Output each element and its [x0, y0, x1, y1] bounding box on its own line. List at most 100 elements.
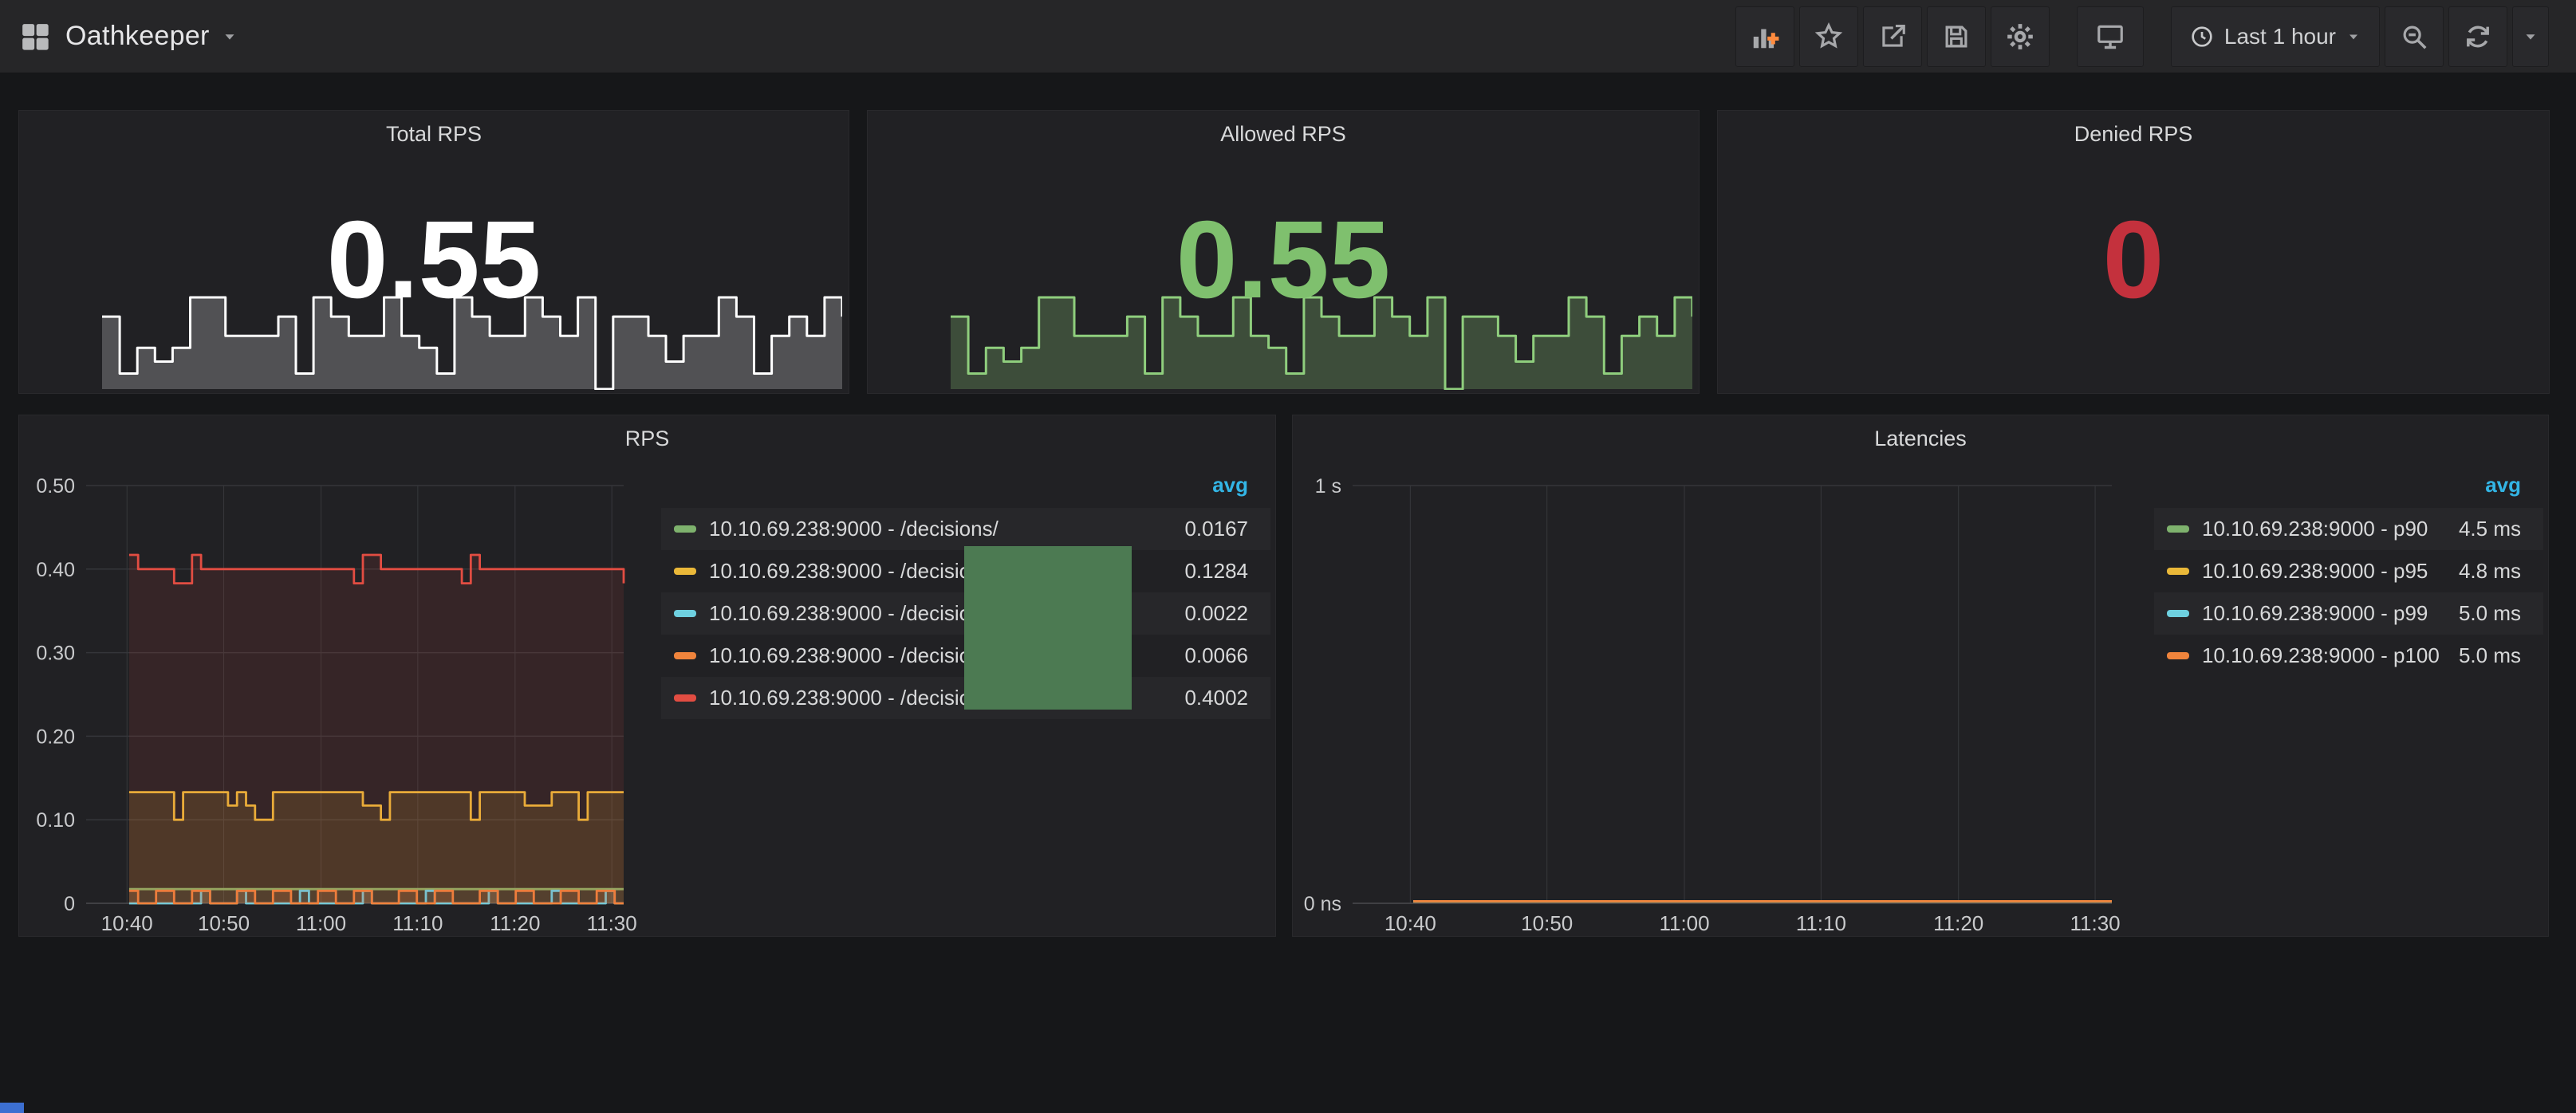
stat-value-total-rps: 0.55 — [19, 205, 849, 315]
dashboard-picker[interactable]: Oathkeeper — [19, 21, 238, 53]
chevron-down-icon — [221, 28, 238, 45]
svg-text:0: 0 — [64, 893, 75, 915]
legend-series-name: 10.10.69.238:9000 - /decisions/ — [709, 601, 998, 626]
legend-series-avg-value: 0.0022 — [1184, 601, 1248, 626]
refresh-button[interactable] — [2448, 6, 2507, 67]
graph-panels-row: RPS 0.50 0.40 0.30 0.20 0.10 0 10:40 10:50 11:00… — [18, 415, 2549, 937]
legend-series-avg-value: 5.0 ms — [2459, 643, 2521, 668]
cycle-view-mode-button[interactable] — [2077, 6, 2144, 67]
panel-rps-graph: RPS 0.50 0.40 0.30 0.20 0.10 0 10:40 10:50 11:00… — [18, 415, 1276, 937]
svg-text:11:00: 11:00 — [1659, 911, 1709, 931]
star-dashboard-button[interactable] — [1799, 6, 1858, 67]
legend-row[interactable]: 10.10.69.238:9000 - /decisions/0.0167 — [661, 508, 1270, 550]
dashboard-title: Oathkeeper — [65, 21, 210, 52]
svg-text:10:40: 10:40 — [1385, 911, 1436, 931]
latencies-chart-plot[interactable]: 1 s0 ns10:4010:5011:0011:1011:2011:30 — [1299, 460, 2154, 930]
panel-title[interactable]: Denied RPS — [1718, 122, 2549, 147]
gear-icon — [2005, 22, 2035, 52]
legend-series-swatch — [2167, 568, 2189, 575]
legend-row[interactable]: 10.10.69.238:9000 - p90 4.5 ms — [2154, 508, 2543, 550]
svg-text:1 s: 1 s — [1315, 475, 1341, 498]
svg-text:10:50: 10:50 — [198, 911, 250, 931]
navbar: Oathkeeper — [0, 0, 2576, 73]
legend-avg-header[interactable]: avg — [2154, 460, 2543, 503]
legend-series-name: 10.10.69.238:9000 - p99 — [2202, 601, 2428, 626]
time-range-label: Last 1 hour — [2224, 24, 2336, 49]
legend-row[interactable]: 10.10.69.238:9000 - p100 5.0 ms — [2154, 635, 2543, 677]
panel-total-rps: Total RPS 0.55 — [18, 110, 849, 394]
add-panel-button[interactable] — [1735, 6, 1794, 67]
stat-value-denied-rps: 0 — [1718, 205, 2549, 315]
stat-value-allowed-rps: 0.55 — [868, 205, 1699, 315]
svg-text:11:10: 11:10 — [1796, 911, 1846, 931]
svg-text:0.30: 0.30 — [36, 643, 75, 665]
dashboard-grid-icon — [19, 21, 51, 53]
add-panel-icon — [1750, 22, 1780, 52]
panel-title[interactable]: Latencies — [1293, 427, 2548, 451]
share-dashboard-button[interactable] — [1863, 6, 1922, 67]
latencies-legend: avg10.10.69.238:9000 - p904.5 ms10.10.69… — [2154, 460, 2543, 930]
svg-text:11:30: 11:30 — [2070, 911, 2120, 931]
navbar-actions: Last 1 hour — [1735, 6, 2549, 67]
legend-series-swatch — [674, 694, 696, 702]
legend-series-name: 10.10.69.238:9000 - /decisions/ — [709, 643, 998, 668]
rps-chart-plot[interactable]: 0.50 0.40 0.30 0.20 0.10 0 10:40 10:50 11:00 11:1… — [26, 460, 661, 930]
svg-text:0.20: 0.20 — [36, 726, 75, 748]
panel-title[interactable]: RPS — [19, 427, 1275, 451]
legend-row[interactable]: 10.10.69.238:9000 - p99 5.0 ms — [2154, 592, 2543, 635]
green-overlay-box — [964, 546, 1132, 710]
bottom-left-blue-artifact — [0, 1103, 24, 1113]
legend-row[interactable]: 10.10.69.238:9000 - p954.8 ms — [2154, 550, 2543, 592]
legend-series-avg-value: 5.0 ms — [2459, 601, 2521, 626]
chevron-down-icon — [2522, 28, 2539, 45]
svg-text:11:30: 11:30 — [587, 911, 637, 931]
chevron-down-icon — [2346, 29, 2361, 45]
legend-series-name: 10.10.69.238:9000 - /decisions/ — [709, 559, 998, 584]
clock-icon — [2189, 24, 2215, 49]
svg-text:11:20: 11:20 — [490, 911, 540, 931]
legend-series-name: 10.10.69.238:9000 - /decisions/ — [709, 686, 998, 710]
svg-text:11:00: 11:00 — [296, 911, 346, 931]
star-icon — [1814, 22, 1844, 52]
svg-text:0.40: 0.40 — [36, 559, 75, 581]
time-range-picker[interactable]: Last 1 hour — [2171, 6, 2380, 67]
svg-text:10:40: 10:40 — [101, 911, 153, 931]
legend-series-swatch — [674, 525, 696, 533]
svg-text:0.10: 0.10 — [36, 809, 75, 832]
panel-title[interactable]: Total RPS — [19, 122, 849, 147]
panel-title[interactable]: Allowed RPS — [868, 122, 1699, 147]
refresh-icon — [2463, 22, 2493, 52]
panel-latencies-graph: Latencies 1 s0 ns10:4010:5011:0011:1011:… — [1292, 415, 2549, 937]
legend-series-avg-value: 0.0066 — [1184, 643, 1248, 668]
save-icon — [1941, 22, 1971, 52]
legend-series-avg-value: 4.5 ms — [2459, 517, 2521, 541]
svg-text:11:10: 11:10 — [392, 911, 443, 931]
svg-text:0.50: 0.50 — [36, 475, 75, 498]
svg-text:10:50: 10:50 — [1521, 911, 1573, 931]
monitor-icon — [2095, 22, 2125, 52]
zoom-out-time-button[interactable] — [2385, 6, 2444, 67]
legend-series-avg-value: 4.8 ms — [2459, 559, 2521, 584]
zoom-out-icon — [2399, 22, 2429, 52]
legend-series-name: 10.10.69.238:9000 - p90 — [2202, 517, 2428, 541]
legend-avg-header[interactable]: avg — [661, 460, 1270, 503]
legend-series-swatch — [2167, 525, 2189, 533]
legend-series-swatch — [674, 610, 696, 617]
legend-series-swatch — [674, 652, 696, 659]
stat-panels-row: Total RPS 0.55 Allowed RPS 0.55 Denied R… — [18, 110, 2550, 394]
save-dashboard-button[interactable] — [1927, 6, 1986, 67]
legend-series-swatch — [674, 568, 696, 575]
legend-series-avg-value: 0.4002 — [1184, 686, 1248, 710]
legend-series-name: 10.10.69.238:9000 - /decisions/ — [709, 517, 998, 541]
legend-series-name: 10.10.69.238:9000 - p100 — [2202, 643, 2440, 668]
legend-series-swatch — [2167, 610, 2189, 617]
refresh-interval-dropdown[interactable] — [2512, 6, 2549, 67]
dashboard-settings-button[interactable] — [1991, 6, 2050, 67]
panel-allowed-rps: Allowed RPS 0.55 — [867, 110, 1700, 394]
svg-text:11:20: 11:20 — [1933, 911, 1983, 931]
share-icon — [1877, 22, 1908, 52]
latencies-panel-body: 1 s0 ns10:4010:5011:0011:1011:2011:30 av… — [1299, 460, 2542, 930]
grafana-dashboard: Oathkeeper — [0, 0, 2576, 1113]
legend-series-swatch — [2167, 652, 2189, 659]
legend-series-avg-value: 0.0167 — [1184, 517, 1248, 541]
